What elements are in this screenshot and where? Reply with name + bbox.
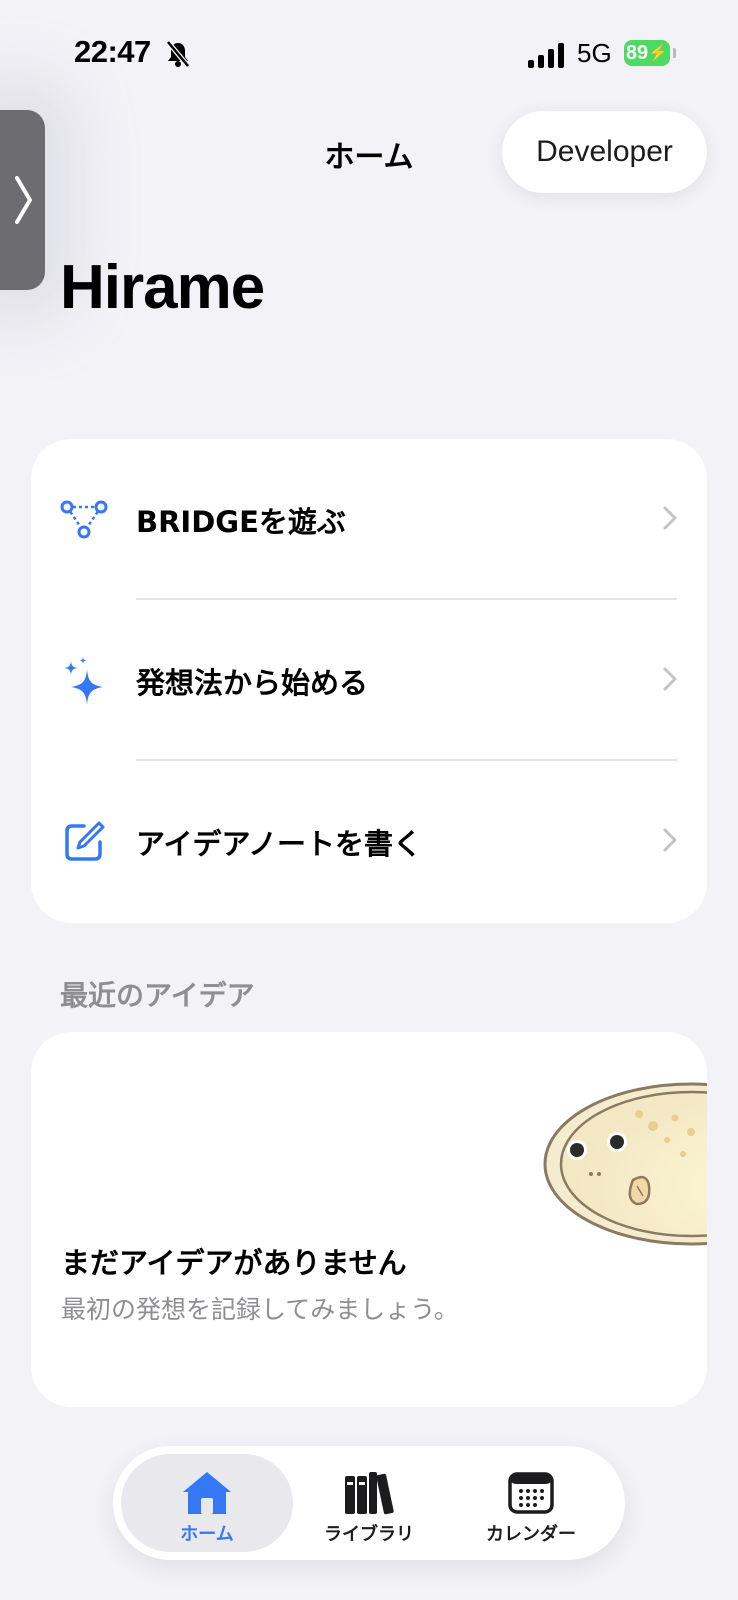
section-header-recent: 最近のアイデア: [60, 979, 255, 1012]
menu-item-label: アイデアノートを書く: [136, 826, 422, 861]
menu-item-label: 発想法から始める: [136, 665, 369, 700]
house-icon: [181, 1466, 233, 1516]
menu-item-ideation-method[interactable]: 発想法から始める: [31, 600, 707, 761]
menu-item-idea-note[interactable]: アイデアノートを書く: [31, 761, 707, 922]
tab-bar: ホーム ライブラリ カレンダー: [113, 1446, 625, 1560]
recent-ideas-card: まだアイデアがありません 最初の発想を記録してみましょう。: [31, 1032, 707, 1407]
tab-calendar[interactable]: カレンダー: [445, 1454, 617, 1552]
tab-label: カレンダー: [486, 1524, 576, 1545]
sparkles-icon: [59, 656, 109, 706]
chevron-right-icon: [663, 506, 677, 534]
menu-item-label: BRIDGEを遊ぶ: [136, 504, 346, 539]
bell-slash-icon: [166, 40, 190, 72]
network-type: 5G: [577, 38, 612, 68]
calendar-icon: [507, 1466, 555, 1516]
books-icon: [343, 1466, 395, 1516]
cellular-signal-icon: [528, 42, 564, 68]
compose-icon: [59, 817, 109, 867]
menu-item-bridge[interactable]: BRIDGEを遊ぶ: [31, 439, 707, 600]
chevron-right-icon: [663, 667, 677, 695]
empty-state-title: まだアイデアがありません: [61, 1246, 407, 1280]
flatfish-mascot-image: [541, 1082, 707, 1261]
tab-label: ホーム: [180, 1524, 234, 1545]
menu-card: BRIDGEを遊ぶ 発想法から始める アイデアノートを書く: [31, 439, 707, 923]
tab-label: ライブラリ: [324, 1524, 414, 1545]
tab-library[interactable]: ライブラリ: [283, 1454, 455, 1552]
page-title: Hirame: [60, 253, 265, 322]
battery-level: 89: [625, 41, 649, 64]
tab-home[interactable]: ホーム: [121, 1454, 293, 1552]
empty-state-subtitle: 最初の発想を記録してみましょう。: [61, 1295, 459, 1324]
side-drawer-handle[interactable]: [0, 110, 45, 290]
status-time: 22:47: [74, 34, 151, 69]
battery-indicator: 89 ⚡: [624, 40, 670, 66]
charging-bolt-icon: ⚡: [648, 45, 669, 62]
bridge-nodes-icon: [59, 495, 109, 545]
battery-nub: [673, 48, 676, 58]
chevron-right-icon: [663, 828, 677, 856]
chevron-right-icon: [15, 176, 32, 224]
developer-button[interactable]: Developer: [502, 111, 707, 193]
